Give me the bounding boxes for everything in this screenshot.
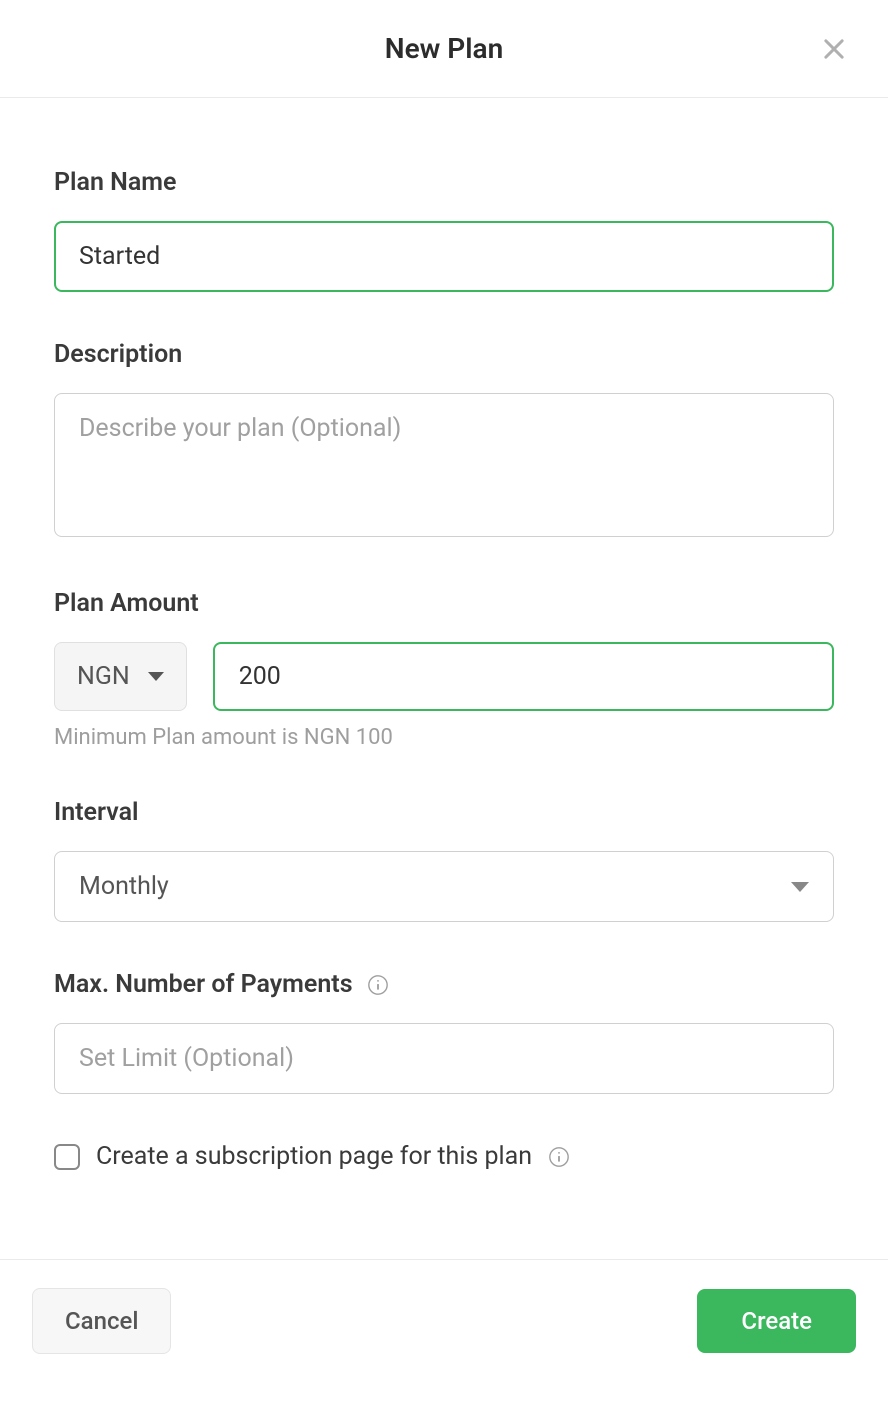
close-icon[interactable] [820, 35, 848, 63]
modal-title: New Plan [385, 32, 503, 65]
max-payments-label-row: Max. Number of Payments [54, 970, 834, 999]
info-icon[interactable] [367, 974, 389, 996]
modal-footer: Cancel Create [0, 1259, 888, 1414]
plan-name-group: Plan Name [54, 168, 834, 292]
description-input[interactable] [54, 393, 834, 537]
plan-name-input[interactable] [54, 221, 834, 292]
amount-helper-text: Minimum Plan amount is NGN 100 [54, 725, 834, 750]
cancel-button[interactable]: Cancel [32, 1288, 171, 1354]
description-group: Description [54, 340, 834, 541]
max-payments-input[interactable] [54, 1023, 834, 1094]
max-payments-label: Max. Number of Payments [54, 970, 353, 999]
amount-row: NGN [54, 642, 834, 711]
plan-name-label: Plan Name [54, 168, 834, 197]
currency-value: NGN [77, 662, 130, 691]
caret-down-icon [791, 882, 809, 892]
info-icon[interactable] [548, 1146, 570, 1168]
subscription-page-row: Create a subscription page for this plan [54, 1142, 834, 1171]
description-label: Description [54, 340, 834, 369]
plan-amount-group: Plan Amount NGN Minimum Plan amount is N… [54, 589, 834, 750]
interval-group: Interval Monthly [54, 798, 834, 922]
interval-select[interactable]: Monthly [54, 851, 834, 922]
plan-amount-label: Plan Amount [54, 589, 834, 618]
interval-label: Interval [54, 798, 834, 827]
amount-input[interactable] [213, 642, 834, 711]
modal-header: New Plan [0, 0, 888, 98]
currency-select[interactable]: NGN [54, 642, 187, 711]
interval-value: Monthly [79, 872, 169, 901]
subscription-page-checkbox[interactable] [54, 1144, 80, 1170]
create-button[interactable]: Create [697, 1289, 856, 1353]
max-payments-group: Max. Number of Payments [54, 970, 834, 1094]
caret-down-icon [148, 672, 164, 681]
subscription-page-label: Create a subscription page for this plan [96, 1142, 532, 1171]
form-body: Plan Name Description Plan Amount NGN Mi… [0, 98, 888, 1211]
